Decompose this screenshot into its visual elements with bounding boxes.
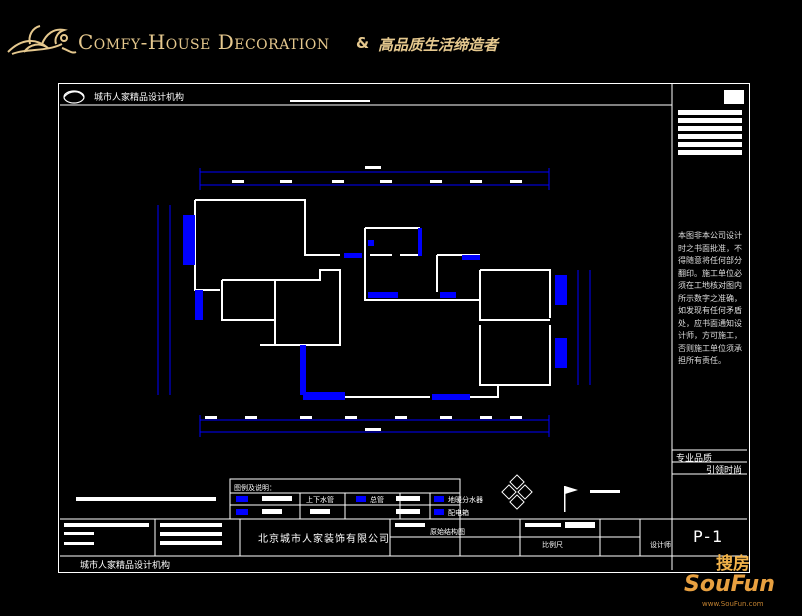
legend-item-main: 总管 <box>370 496 384 504</box>
header-org: 城市人家精品设计机构 <box>94 93 185 103</box>
compass-icon <box>501 474 533 510</box>
org-logo-icon <box>63 90 85 104</box>
legend-item-water: 上下水管 <box>306 496 334 504</box>
sheet-title: 原始结构图 <box>430 528 465 536</box>
legend-item-power: 配电箱 <box>448 509 469 517</box>
watermark-en: SouFun <box>684 572 775 597</box>
legend-item-heating: 地暖分水器 <box>448 496 483 504</box>
watermark-url: www.SouFun.com <box>702 600 764 608</box>
page-number: P-1 <box>693 527 725 546</box>
sidebar-label-fashion: 引领时尚 <box>706 466 743 476</box>
legend-title: 图例及说明： <box>234 484 276 492</box>
sheet-scale: 比例尺 <box>542 541 563 549</box>
footer-org: 城市人家精品设计机构 <box>80 561 171 571</box>
watermark-cn: 搜房 <box>716 554 750 574</box>
sidebar-notice: 本图非本公司设计时之书面批准，不得随意将任何部分翻印。施工单位必须在工地核对图内… <box>678 231 742 365</box>
company-name: 北京城市人家装饰有限公司 <box>258 534 390 545</box>
sheet-designer: 设计师 <box>650 541 671 549</box>
